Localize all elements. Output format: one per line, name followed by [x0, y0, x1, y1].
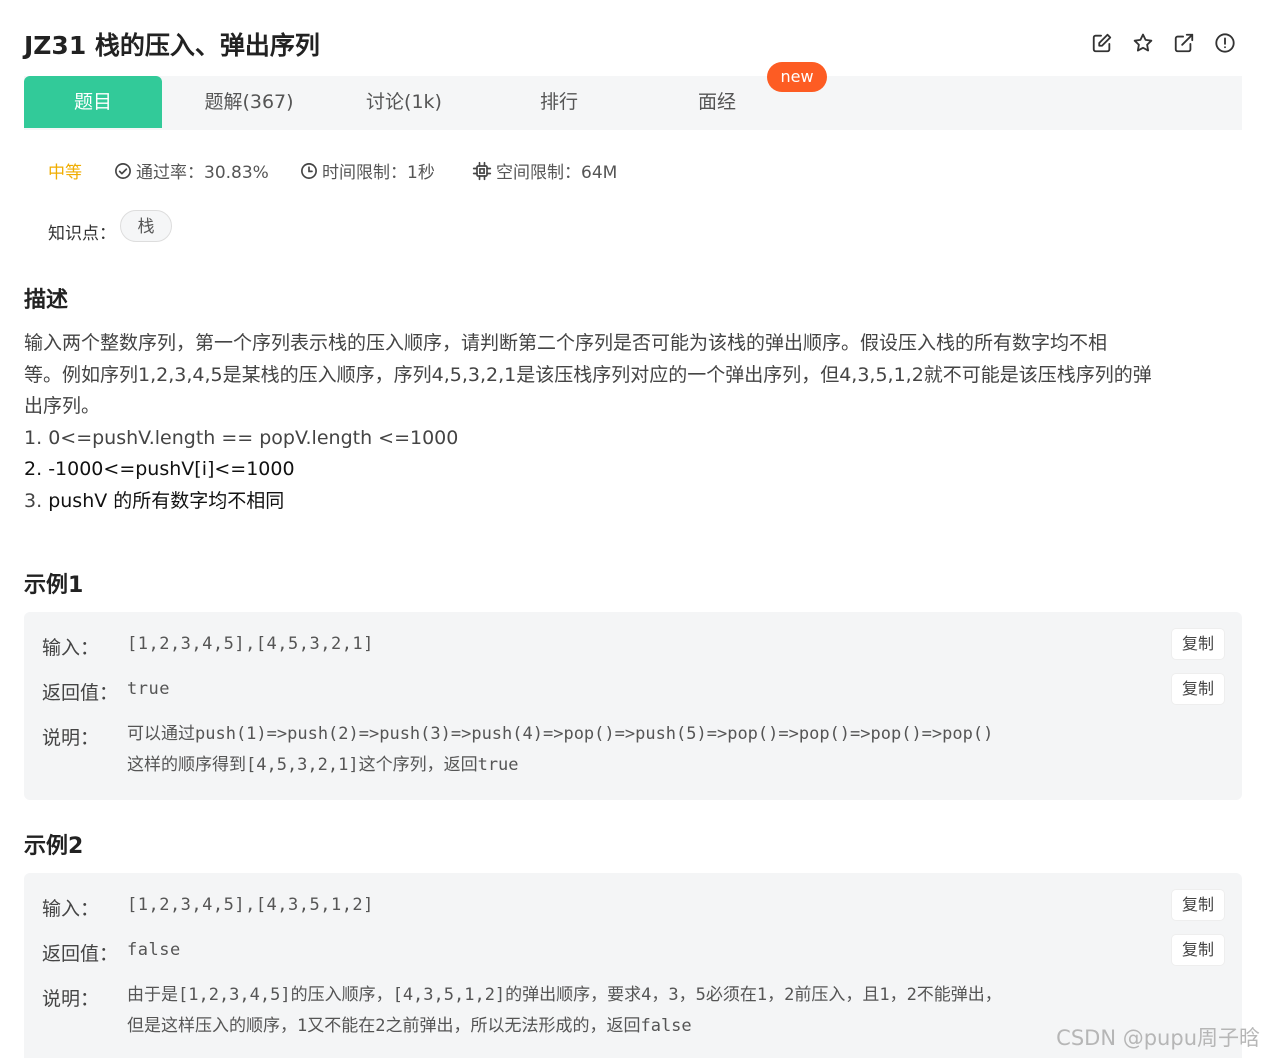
output-label: 返回值： — [42, 682, 119, 704]
tab-problem[interactable]: 题目 — [24, 76, 162, 128]
example-1-box: 输入： [1,2,3,4,5],[4,5,3,2,1] 复制 返回值： true… — [24, 612, 1242, 800]
tab-ranking[interactable]: 排行 — [494, 76, 624, 128]
check-circle-icon — [115, 162, 131, 179]
tab-discussion[interactable]: 讨论(1k) — [334, 76, 474, 128]
input-label: 输入： — [42, 637, 100, 659]
chip-icon — [472, 161, 492, 180]
constraint-text: pushV 的所有数字均不相同 — [48, 489, 285, 512]
pass-rate: 通过率：30.83% — [136, 163, 269, 183]
note-label: 说明： — [42, 988, 100, 1010]
note-text: 可以通过push(1)=>push(2)=>push(3)=>push(4)=>… — [127, 719, 993, 781]
tab-solutions[interactable]: 题解(367) — [174, 76, 324, 128]
copy-input-button[interactable]: 复制 — [1172, 629, 1224, 659]
constraint-text: -1000<=pushV[i]<=1000 — [48, 458, 295, 480]
note-line: 但是这样压入的顺序，1又不能在2之前弹出，所以无法形成的，返回false — [127, 1016, 692, 1036]
external-link-icon[interactable] — [1173, 32, 1195, 54]
copy-output-button[interactable]: 复制 — [1172, 935, 1224, 965]
new-badge: new — [767, 62, 827, 92]
constraint-item: 1. 0<=pushV.length == popV.length <=1000 — [24, 423, 1244, 455]
constraint-item: 3. pushV 的所有数字均不相同 — [24, 486, 1244, 518]
input-value: [1,2,3,4,5],[4,5,3,2,1] — [127, 634, 374, 654]
input-value: [1,2,3,4,5],[4,3,5,1,2] — [127, 895, 374, 915]
watermark: CSDN @pupu周子晗 — [1056, 1026, 1260, 1050]
note-label: 说明： — [42, 727, 100, 749]
difficulty-label: 中等 — [48, 163, 82, 183]
copy-input-button[interactable]: 复制 — [1172, 890, 1224, 920]
example-1-heading: 示例1 — [24, 573, 84, 598]
constraint-number: 2. — [24, 458, 43, 480]
alert-icon[interactable] — [1214, 32, 1236, 54]
time-limit-meta: 时间限制：1秒 — [300, 158, 435, 183]
constraint-item: 2. -1000<=pushV[i]<=1000 — [24, 454, 1244, 486]
note-line: 由于是[1,2,3,4,5]的压入顺序，[4,3,5,1,2]的弹出顺序，要求4… — [127, 985, 1002, 1005]
space-limit-meta: 空间限制：64M — [472, 158, 617, 183]
pass-rate-meta: 通过率：30.83% — [114, 158, 269, 183]
note-line: 这样的顺序得到[4,5,3,2,1]这个序列，返回true — [127, 755, 519, 775]
constraint-number: 3. — [24, 489, 43, 512]
difficulty-meta: 中等 — [48, 158, 82, 183]
constraint-number: 1. — [24, 426, 43, 449]
knowledge-label: 知识点： — [48, 224, 116, 244]
header-actions — [1091, 32, 1236, 54]
output-value: true — [127, 679, 170, 699]
constraint-text: 0<=pushV.length == popV.length <=1000 — [48, 426, 459, 449]
description-line: 输入两个整数序列，第一个序列表示栈的压入顺序，请判断第二个序列是否可能为该栈的弹… — [24, 332, 1108, 354]
note-text: 由于是[1,2,3,4,5]的压入顺序，[4,3,5,1,2]的弹出顺序，要求4… — [127, 980, 1002, 1042]
knowledge-tag[interactable]: 栈 — [120, 210, 172, 242]
tab-interview[interactable]: 面经 — [652, 76, 782, 128]
description-heading: 描述 — [24, 288, 69, 313]
note-line: 可以通过push(1)=>push(2)=>push(3)=>push(4)=>… — [127, 724, 994, 744]
clock-icon — [301, 162, 317, 179]
input-label: 输入： — [42, 898, 100, 920]
description-line: 出序列。 — [24, 395, 101, 417]
copy-output-button[interactable]: 复制 — [1172, 674, 1224, 704]
time-limit: 时间限制：1秒 — [322, 163, 435, 183]
edit-icon[interactable] — [1091, 32, 1113, 54]
page-title: JZ31 栈的压入、弹出序列 — [24, 31, 320, 60]
output-label: 返回值： — [42, 943, 119, 965]
description-body: 输入两个整数序列，第一个序列表示栈的压入顺序，请判断第二个序列是否可能为该栈的弹… — [24, 328, 1244, 517]
example-2-heading: 示例2 — [24, 834, 84, 859]
description-line: 等。例如序列1,2,3,4,5是某栈的压入顺序，序列4,5,3,2,1是该压栈序… — [24, 363, 1152, 386]
output-value: false — [127, 940, 181, 960]
space-limit: 空间限制：64M — [496, 163, 618, 183]
star-icon[interactable] — [1132, 32, 1154, 54]
tab-bar: 题目 题解(367) 讨论(1k) 排行 面经 — [24, 76, 1242, 130]
